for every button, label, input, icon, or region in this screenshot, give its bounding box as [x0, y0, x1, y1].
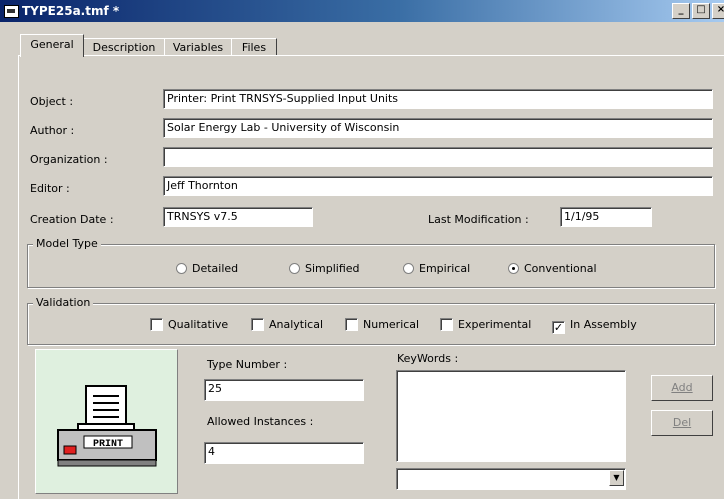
keywords-label: KeyWords :: [397, 352, 459, 365]
tab-general[interactable]: General: [20, 34, 84, 57]
model-type-group: [27, 244, 715, 288]
last-modification-field[interactable]: 1/1/95: [560, 207, 652, 227]
radio-detailed-label: Detailed: [192, 262, 239, 275]
radio-simplified-label: Simplified: [305, 262, 360, 275]
del-button[interactable]: Del: [651, 410, 713, 436]
allowed-instances-label: Allowed Instances :: [207, 415, 314, 428]
radio-simplified[interactable]: Simplified: [289, 262, 360, 275]
checkbox-experimental-label: Experimental: [458, 318, 532, 331]
radio-conventional-label: Conventional: [524, 262, 597, 275]
window-title: TYPE25a.tmf *: [22, 4, 120, 18]
object-field[interactable]: Printer: Print TRNSYS-Supplied Input Uni…: [163, 89, 713, 109]
checkbox-in-assembly[interactable]: ✓ In Assembly: [552, 318, 637, 334]
creation-date-label: Creation Date :: [30, 213, 114, 226]
maximize-button[interactable]: □: [692, 3, 710, 19]
checkbox-numerical-label: Numerical: [363, 318, 420, 331]
model-picture[interactable]: PRINT: [35, 349, 178, 494]
type-number-field[interactable]: 25: [204, 379, 364, 401]
tab-variables[interactable]: Variables: [164, 38, 232, 56]
radio-empirical-circle[interactable]: [403, 263, 414, 274]
radio-conventional-circle[interactable]: [508, 263, 519, 274]
radio-empirical[interactable]: Empirical: [403, 262, 470, 275]
object-label: Object :: [30, 95, 74, 108]
editor-field[interactable]: Jeff Thornton: [163, 176, 713, 196]
printer-label: PRINT: [93, 439, 123, 450]
checkbox-qualitative-box[interactable]: [150, 318, 163, 331]
checkbox-analytical[interactable]: Analytical: [251, 318, 323, 331]
checkbox-qualitative-label: Qualitative: [168, 318, 229, 331]
chevron-down-icon[interactable]: ▼: [609, 470, 624, 486]
add-button[interactable]: Add: [651, 375, 713, 401]
minimize-button[interactable]: _: [672, 3, 690, 19]
creation-date-field[interactable]: TRNSYS v7.5: [163, 207, 313, 227]
checkbox-in-assembly-box[interactable]: ✓: [552, 321, 565, 334]
close-button[interactable]: ×: [712, 3, 724, 19]
checkbox-analytical-box[interactable]: [251, 318, 264, 331]
organization-label: Organization :: [30, 153, 108, 166]
last-modification-label: Last Modification :: [428, 213, 529, 226]
tab-description[interactable]: Description: [83, 38, 165, 56]
author-field[interactable]: Solar Energy Lab - University of Wiscons…: [163, 118, 713, 138]
checkbox-analytical-label: Analytical: [269, 318, 324, 331]
radio-detailed-circle[interactable]: [176, 263, 187, 274]
radio-empirical-label: Empirical: [419, 262, 471, 275]
checkbox-numerical-box[interactable]: [345, 318, 358, 331]
checkbox-numerical[interactable]: Numerical: [345, 318, 419, 331]
validation-title: Validation: [33, 296, 94, 309]
radio-detailed[interactable]: Detailed: [176, 262, 238, 275]
type-number-label: Type Number :: [207, 358, 288, 371]
checkbox-in-assembly-label: In Assembly: [570, 318, 637, 331]
keywords-dropdown[interactable]: ▼: [396, 468, 626, 490]
app-icon: [4, 5, 19, 18]
radio-simplified-circle[interactable]: [289, 263, 300, 274]
trnsys-editor-window: TYPE25a.tmf * _ □ × General Description Va…: [0, 0, 724, 499]
printer-icon: PRINT: [57, 385, 157, 467]
keywords-textarea[interactable]: [396, 370, 626, 462]
title-bar[interactable]: TYPE25a.tmf * _ □ ×: [0, 0, 724, 22]
editor-label: Editor :: [30, 182, 70, 195]
checkbox-experimental-box[interactable]: [440, 318, 453, 331]
organization-field[interactable]: [163, 147, 713, 167]
checkbox-qualitative[interactable]: Qualitative: [150, 318, 228, 331]
author-label: Author :: [30, 124, 75, 137]
model-type-title: Model Type: [33, 237, 101, 250]
allowed-instances-field[interactable]: 4: [204, 442, 364, 464]
tab-files[interactable]: Files: [231, 38, 277, 56]
radio-conventional[interactable]: Conventional: [508, 262, 597, 275]
checkbox-experimental[interactable]: Experimental: [440, 318, 531, 331]
